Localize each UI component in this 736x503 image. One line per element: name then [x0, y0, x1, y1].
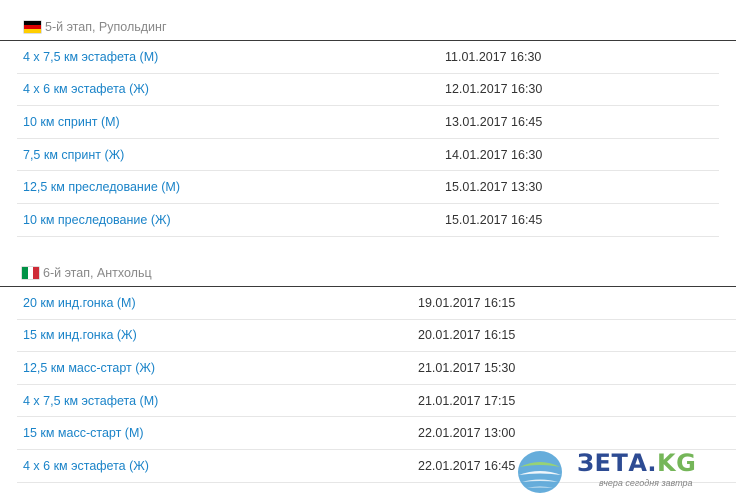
race-link[interactable]: 20 км инд.гонка (М) [23, 296, 136, 310]
table-row: 4 х 6 км эстафета (Ж) 12.01.2017 16:30 [17, 74, 719, 107]
globe-icon [518, 451, 562, 493]
race-datetime: 19.01.2017 16:15 [418, 295, 516, 310]
race-datetime: 22.01.2017 16:45 [418, 458, 516, 473]
table-row: 4 х 7,5 км эстафета (М) 21.01.2017 17:15 [17, 385, 736, 418]
race-datetime: 15.01.2017 16:45 [445, 212, 543, 227]
brand-main-text: ЗЕТА. [577, 449, 658, 477]
race-link[interactable]: 10 км преследование (Ж) [23, 213, 171, 227]
table-row: 4 х 7,5 км эстафета (М) 11.01.2017 16:30 [17, 41, 719, 74]
race-datetime: 22.01.2017 13:00 [418, 426, 516, 441]
brand-logo: ЗЕТА.KG [577, 449, 696, 477]
table-row: 7,5 км спринт (Ж) 14.01.2017 16:30 [17, 139, 719, 172]
race-datetime: 15.01.2017 13:30 [445, 180, 543, 195]
stage-title: 6-й этап, Антхольц [43, 266, 152, 280]
race-datetime: 12.01.2017 16:30 [445, 82, 543, 97]
germany-flag-icon [24, 21, 41, 33]
site-watermark: ЗЕТА.KG вчера сегодня завтра [513, 445, 728, 499]
race-datetime: 11.01.2017 16:30 [445, 49, 542, 64]
race-datetime: 21.01.2017 17:15 [418, 393, 516, 408]
race-link[interactable]: 4 х 6 км эстафета (Ж) [23, 459, 149, 473]
brand-accent-text: KG [657, 449, 697, 477]
stage-title: 5-й этап, Рупольдинг [45, 20, 167, 34]
race-list: 4 х 7,5 км эстафета (М) 11.01.2017 16:30… [0, 41, 736, 237]
race-link[interactable]: 7,5 км спринт (Ж) [23, 148, 124, 162]
race-link[interactable]: 15 км инд.гонка (Ж) [23, 328, 137, 342]
table-row: 12,5 км масс-старт (Ж) 21.01.2017 15:30 [17, 352, 736, 385]
stage-section-ruhpolding: 5-й этап, Рупольдинг 4 х 7,5 км эстафета… [0, 14, 736, 237]
italy-flag-icon [22, 267, 40, 279]
race-link[interactable]: 4 х 7,5 км эстафета (М) [23, 394, 158, 408]
race-datetime: 20.01.2017 16:15 [418, 328, 516, 343]
race-link[interactable]: 4 х 7,5 км эстафета (М) [23, 50, 158, 64]
race-datetime: 14.01.2017 16:30 [445, 147, 543, 162]
table-row: 12,5 км преследование (М) 15.01.2017 13:… [17, 171, 719, 204]
stage-header: 6-й этап, Антхольц [0, 260, 736, 287]
table-row: 10 км преследование (Ж) 15.01.2017 16:45 [17, 204, 719, 237]
table-row: 10 км спринт (М) 13.01.2017 16:45 [17, 106, 719, 139]
race-datetime: 13.01.2017 16:45 [445, 114, 543, 129]
race-datetime: 21.01.2017 15:30 [418, 360, 516, 375]
brand-tagline: вчера сегодня завтра [599, 478, 693, 488]
table-row: 20 км инд.гонка (М) 19.01.2017 16:15 [17, 287, 736, 320]
race-link[interactable]: 15 км масс-старт (М) [23, 426, 144, 440]
stage-header: 5-й этап, Рупольдинг [0, 14, 736, 41]
race-link[interactable]: 12,5 км преследование (М) [23, 180, 180, 194]
race-link[interactable]: 10 км спринт (М) [23, 115, 120, 129]
race-link[interactable]: 12,5 км масс-старт (Ж) [23, 361, 155, 375]
table-row: 15 км инд.гонка (Ж) 20.01.2017 16:15 [17, 320, 736, 353]
race-link[interactable]: 4 х 6 км эстафета (Ж) [23, 82, 149, 96]
